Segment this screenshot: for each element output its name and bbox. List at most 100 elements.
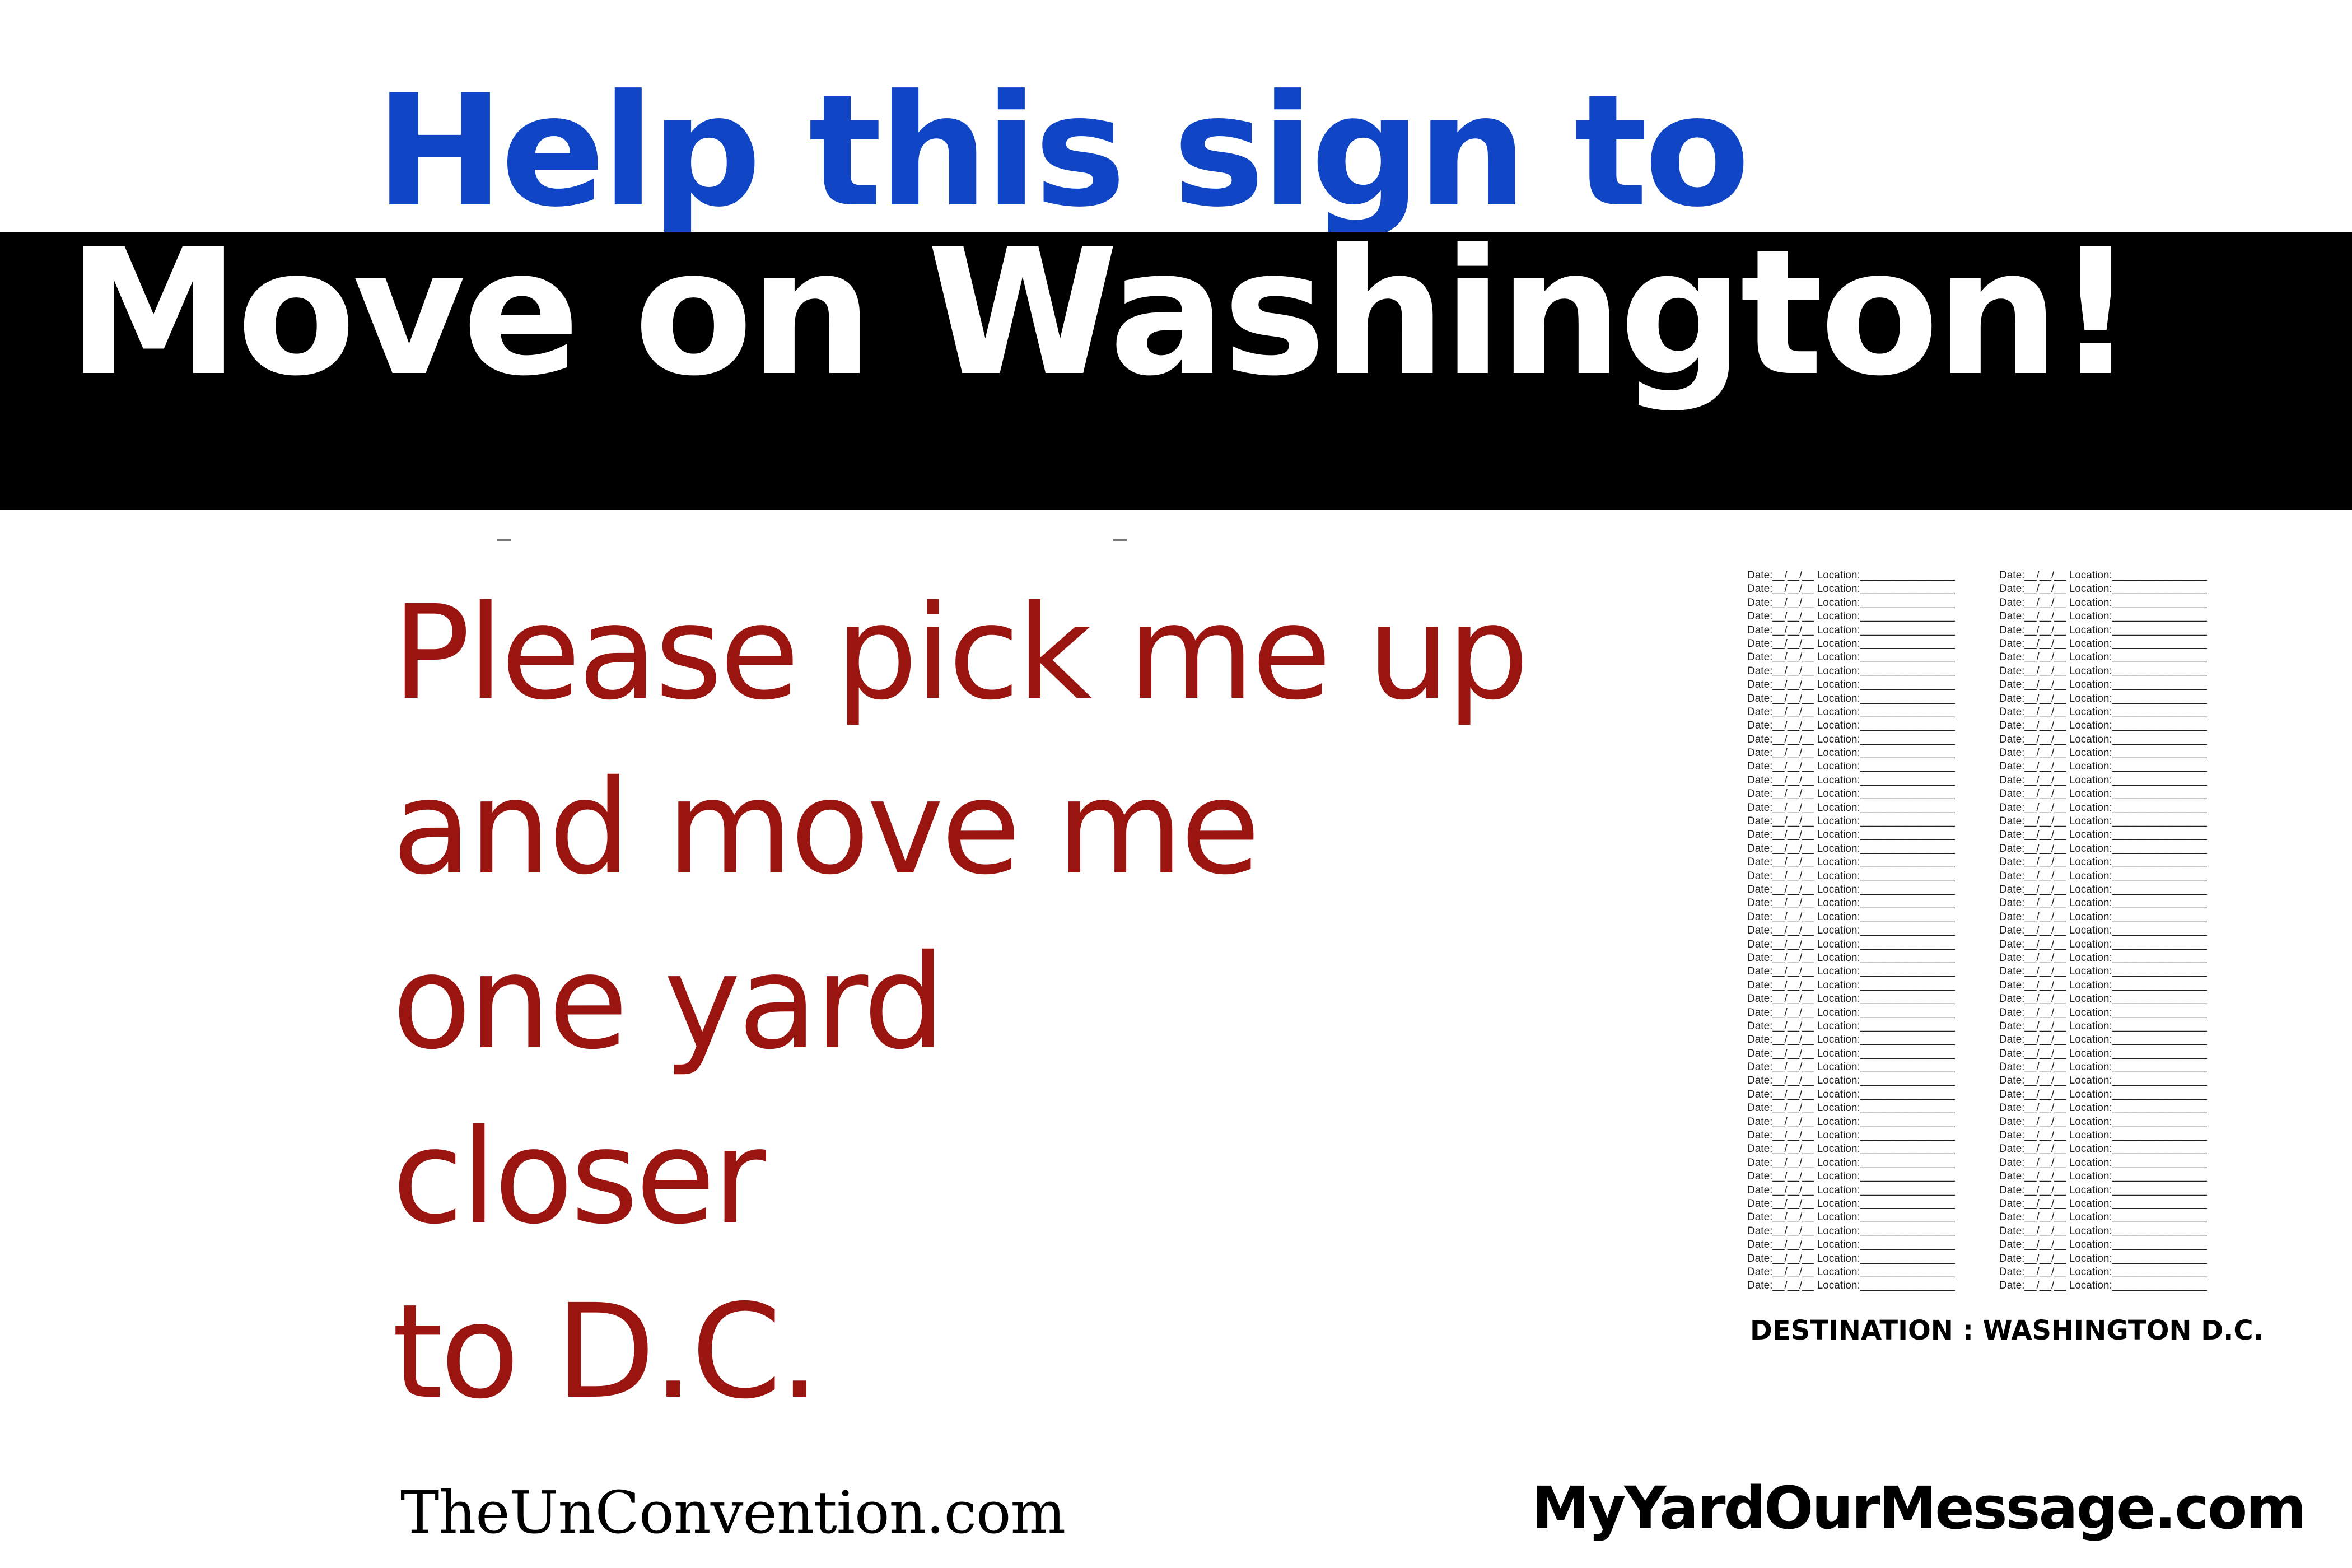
travel-log-entry: Date:__/__/__ Location:________________ [1747,679,1955,691]
pickup-message: Please pick me up and move me one yard c… [392,566,1529,1439]
travel-log-entry: Date:__/__/__ Location:________________ [1747,883,1955,895]
travel-log-entry: Date:__/__/__ Location:________________ [1747,1047,1955,1060]
travel-log-entry: Date:__/__/__ Location:________________ [1747,1170,1955,1183]
travel-log-entry: Date:__/__/__ Location:________________ [1999,692,2207,704]
travel-log-entry: Date:__/__/__ Location:________________ [1747,1143,1955,1155]
travel-log-entry: Date:__/__/__ Location:________________ [1999,610,2207,623]
travel-log-entry: Date:__/__/__ Location:________________ [1999,938,2207,950]
travel-log-entry: Date:__/__/__ Location:________________ [1747,801,1955,814]
travel-log-entry: Date:__/__/__ Location:________________ [1999,679,2207,691]
travel-log-entry: Date:__/__/__ Location:________________ [1999,651,2207,664]
travel-log-entry: Date:__/__/__ Location:________________ [1999,815,2207,828]
travel-log-entry: Date:__/__/__ Location:________________ [1747,610,1955,623]
travel-log-entry: Date:__/__/__ Location:________________ [1747,665,1955,677]
travel-log-entry: Date:__/__/__ Location:________________ [1747,1280,1955,1292]
travel-log-entry: Date:__/__/__ Location:________________ [1999,720,2207,732]
travel-log-entry: Date:__/__/__ Location:________________ [1747,788,1955,800]
travel-log-entry: Date:__/__/__ Location:________________ [1999,1156,2207,1169]
travel-log-entry: Date:__/__/__ Location:________________ [1747,1252,1955,1264]
travel-log-entry: Date:__/__/__ Location:________________ [1999,1130,2207,1142]
travel-log-entry: Date:__/__/__ Location:________________ [1999,1020,2207,1032]
travel-log-entry: Date:__/__/__ Location:________________ [1747,583,1955,595]
travel-log-entry: Date:__/__/__ Location:________________ [1747,570,1955,581]
travel-log-entry: Date:__/__/__ Location:________________ [1999,624,2207,636]
footer-website-myyard[interactable]: MyYardOurMessage.com [1532,1474,2307,1542]
travel-log-entry: Date:__/__/__ Location:________________ [1747,720,1955,732]
yard-sign: Help this sign to Move on Washington! Pl… [0,0,2352,1568]
travel-log-entry: Date:__/__/__ Location:________________ [1999,829,2207,841]
travel-log-entry: Date:__/__/__ Location:________________ [1747,1006,1955,1019]
travel-log-entry: Date:__/__/__ Location:________________ [1747,925,1955,937]
travel-log-entry: Date:__/__/__ Location:________________ [1747,979,1955,991]
headline-main-line: Move on Washington! [67,212,2135,414]
travel-log-entry: Date:__/__/__ Location:________________ [1999,1170,2207,1183]
travel-log-entry: Date:__/__/__ Location:________________ [1747,1116,1955,1128]
message-line-1: Please pick me up [392,577,1529,729]
travel-log-entry: Date:__/__/__ Location:________________ [1999,733,2207,745]
travel-log-entry: Date:__/__/__ Location:________________ [1747,938,1955,950]
message-line-4: closer [392,1102,766,1253]
travel-log-entry: Date:__/__/__ Location:________________ [1999,993,2207,1005]
travel-log-entry: Date:__/__/__ Location:________________ [1999,883,2207,895]
travel-log-entry: Date:__/__/__ Location:________________ [1747,1197,1955,1210]
travel-log-entry: Date:__/__/__ Location:________________ [1747,747,1955,759]
travel-log-entry: Date:__/__/__ Location:________________ [1999,842,2207,855]
travel-log-entry: Date:__/__/__ Location:________________ [1747,692,1955,704]
travel-log-entry: Date:__/__/__ Location:________________ [1747,911,1955,923]
travel-log-entry: Date:__/__/__ Location:________________ [1999,965,2207,978]
travel-log-entry: Date:__/__/__ Location:________________ [1999,1034,2207,1046]
travel-log-entry: Date:__/__/__ Location:________________ [1747,1266,1955,1278]
travel-log-entry: Date:__/__/__ Location:________________ [1747,760,1955,773]
travel-log-entry: Date:__/__/__ Location:________________ [1999,1266,2207,1278]
message-line-3: one yard [392,927,945,1078]
travel-log-entry: Date:__/__/__ Location:________________ [1747,1034,1955,1046]
travel-log-entry: Date:__/__/__ Location:________________ [1747,706,1955,718]
travel-log-entry: Date:__/__/__ Location:________________ [1999,747,2207,759]
travel-log-entry: Date:__/__/__ Location:________________ [1999,1252,2207,1264]
travel-log-entry: Date:__/__/__ Location:________________ [1747,1239,1955,1251]
travel-log-entry: Date:__/__/__ Location:________________ [1999,1225,2207,1237]
travel-log-entry: Date:__/__/__ Location:________________ [1747,1020,1955,1032]
travel-log-entry: Date:__/__/__ Location:________________ [1999,870,2207,882]
footer-website-unconvention[interactable]: TheUnConvention.com [400,1478,1066,1547]
travel-log-entry: Date:__/__/__ Location:________________ [1999,1102,2207,1114]
travel-log-entry: Date:__/__/__ Location:________________ [1747,965,1955,978]
travel-log-entry: Date:__/__/__ Location:________________ [1999,1116,2207,1128]
travel-log-entry: Date:__/__/__ Location:________________ [1999,1143,2207,1155]
travel-log-entry: Date:__/__/__ Location:________________ [1999,1075,2207,1087]
travel-log-entry: Date:__/__/__ Location:________________ [1999,1197,2207,1210]
travel-log-entry: Date:__/__/__ Location:________________ [1999,583,2207,595]
divider-mark-right [1113,539,1127,541]
travel-log-entry: Date:__/__/__ Location:________________ [1747,1088,1955,1100]
message-line-5: to D.C. [392,1276,820,1427]
travel-log-entry: Date:__/__/__ Location:________________ [1999,596,2207,609]
travel-log-entry: Date:__/__/__ Location:________________ [1747,1211,1955,1224]
travel-log-entry: Date:__/__/__ Location:________________ [1999,665,2207,677]
travel-log-entry: Date:__/__/__ Location:________________ [1999,897,2207,909]
travel-log-entry: Date:__/__/__ Location:________________ [1999,788,2207,800]
travel-log-entry: Date:__/__/__ Location:________________ [1999,856,2207,869]
travel-log-entry: Date:__/__/__ Location:________________ [1747,733,1955,745]
travel-log-column-right: Date:__/__/__ Location:________________ D… [1999,569,2240,1293]
travel-log-entry: Date:__/__/__ Location:________________ [1999,1239,2207,1251]
message-line-2: and move me [392,752,1261,903]
travel-log-entry: Date:__/__/__ Location:________________ [1999,774,2207,786]
travel-log-entry: Date:__/__/__ Location:________________ [1747,897,1955,909]
travel-log-entry: Date:__/__/__ Location:________________ [1747,624,1955,636]
travel-log-entry: Date:__/__/__ Location:________________ [1747,993,1955,1005]
travel-log-entry: Date:__/__/__ Location:________________ [1999,951,2207,964]
travel-log-entry: Date:__/__/__ Location:________________ [1999,801,2207,814]
travel-log-entry: Date:__/__/__ Location:________________ [1747,870,1955,882]
travel-log-entry: Date:__/__/__ Location:________________ [1747,1075,1955,1087]
travel-log-entry: Date:__/__/__ Location:________________ [1999,570,2207,581]
travel-log-entry: Date:__/__/__ Location:________________ [1747,829,1955,841]
travel-log-entry: Date:__/__/__ Location:________________ [1747,651,1955,664]
travel-log-entry: Date:__/__/__ Location:________________ [1999,1280,2207,1292]
travel-log-entry: Date:__/__/__ Location:________________ [1999,706,2207,718]
travel-log-entry: Date:__/__/__ Location:________________ [1999,925,2207,937]
travel-log-entry: Date:__/__/__ Location:________________ [1747,815,1955,828]
travel-log-entry: Date:__/__/__ Location:________________ [1747,1102,1955,1114]
travel-log-entry: Date:__/__/__ Location:________________ [1999,1088,2207,1100]
travel-log-entry: Date:__/__/__ Location:________________ [1999,1184,2207,1196]
travel-log-entry: Date:__/__/__ Location:________________ [1747,1184,1955,1196]
